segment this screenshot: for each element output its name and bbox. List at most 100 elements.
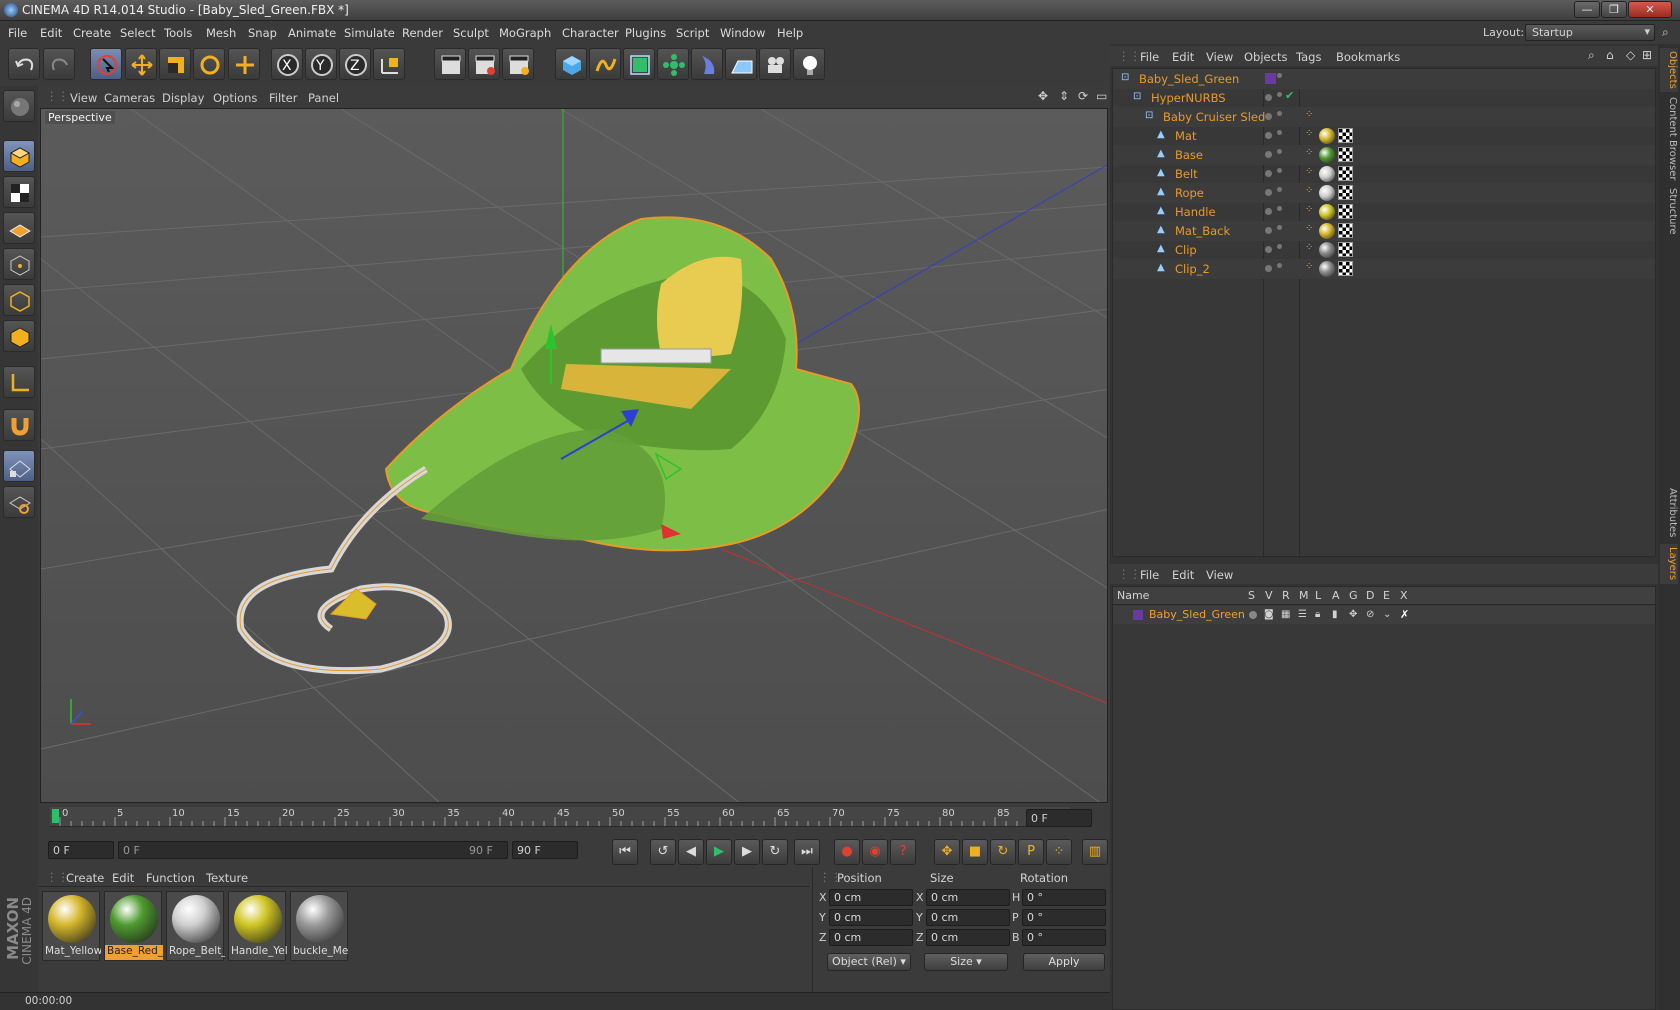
menu-simulate[interactable]: Simulate (344, 26, 395, 40)
axis-mode-button[interactable] (3, 366, 35, 398)
render-dot[interactable] (1277, 187, 1282, 192)
menu-help[interactable]: Help (777, 26, 803, 40)
pos-z-field[interactable]: 0 cm (829, 929, 913, 946)
next-key-button[interactable]: ↻ (762, 839, 788, 865)
tab-structure[interactable]: Structure (1660, 186, 1678, 236)
menu-sculpt[interactable]: Sculpt (453, 26, 489, 40)
material-tag-icon[interactable] (1319, 223, 1335, 239)
add-light-button[interactable] (793, 48, 825, 80)
x-axis-lock-button[interactable]: X (271, 48, 303, 80)
key-parameter-button[interactable]: P (1018, 839, 1044, 865)
close-button[interactable]: ✕ (1628, 1, 1672, 18)
phong-tag-icon[interactable]: ⁘ (1305, 109, 1313, 120)
menu-create[interactable]: Create (73, 26, 111, 40)
animation-icon[interactable]: ▮ (1332, 609, 1338, 620)
menu-mograph[interactable]: MoGraph (499, 26, 551, 40)
live-select-button[interactable] (90, 48, 122, 80)
object-row[interactable]: ⊡ HyperNURBS ✔ (1113, 88, 1655, 108)
add-cube-button[interactable] (555, 48, 587, 80)
points-mode-button[interactable] (3, 248, 35, 280)
render-dot[interactable] (1277, 130, 1282, 135)
workplane-lock-button[interactable] (3, 450, 35, 482)
obj-menu-tags[interactable]: Tags (1296, 50, 1321, 64)
viewport-menu-panel[interactable]: Panel (308, 91, 339, 105)
min-frame-field[interactable]: 0 F (48, 841, 114, 859)
timeline-ruler[interactable]: 051015202530354045505560657075808590 0 F (38, 803, 1110, 839)
z-axis-lock-button[interactable]: Z (339, 48, 371, 80)
phong-tag-icon[interactable]: ⁘ (1305, 166, 1313, 177)
viewport-menu-view[interactable]: View (70, 91, 97, 105)
render-dot[interactable] (1277, 73, 1282, 78)
material-menu-function[interactable]: Function (146, 871, 195, 885)
timeline-window-button[interactable]: ▥ (1082, 839, 1108, 865)
next-frame-button[interactable]: ▶ (734, 839, 760, 865)
menu-plugins[interactable]: Plugins (625, 26, 666, 40)
material-tag-icon[interactable] (1319, 128, 1335, 144)
render-dot[interactable] (1277, 92, 1282, 97)
viewport-menu-display[interactable]: Display (162, 91, 204, 105)
expressions-icon[interactable]: ⌄ (1383, 609, 1391, 620)
render-dot[interactable] (1277, 263, 1282, 268)
menu-select[interactable]: Select (120, 26, 155, 40)
uvw-tag-icon[interactable] (1338, 147, 1353, 162)
object-name[interactable]: Base (1175, 148, 1203, 162)
object-row[interactable]: ▲ Belt ⁘ (1113, 164, 1655, 184)
phong-tag-icon[interactable]: ⁘ (1305, 204, 1313, 215)
object-row[interactable]: ▲ Base ⁘ (1113, 145, 1655, 165)
previous-key-button[interactable]: ↺ (650, 839, 676, 865)
phong-tag-icon[interactable]: ⁘ (1305, 242, 1313, 253)
planar-workplane-button[interactable] (3, 486, 35, 518)
key-position-button[interactable]: ✥ (934, 839, 960, 865)
tab-objects[interactable]: Objects (1660, 48, 1678, 92)
xref-icon[interactable]: ✗ (1400, 608, 1409, 621)
key-pla-button[interactable]: ⁘ (1046, 839, 1072, 865)
render-dot[interactable] (1277, 206, 1282, 211)
menu-render[interactable]: Render (402, 26, 443, 40)
viewport-rotate-icon[interactable]: ⟳ (1078, 89, 1088, 103)
object-name[interactable]: Mat (1175, 129, 1196, 143)
object-row[interactable]: ⊡ Baby_Sled_Green (1113, 69, 1655, 89)
object-name[interactable]: Baby Cruiser Sled (1163, 110, 1265, 124)
viewport-toggle-icon[interactable]: ▭ (1096, 89, 1107, 103)
visibility-dot[interactable] (1265, 208, 1272, 215)
visibility-dot[interactable] (1265, 151, 1272, 158)
render-icon[interactable]: ▦ (1281, 609, 1290, 620)
apply-button[interactable]: Apply (1023, 953, 1105, 971)
handle-model[interactable] (329, 588, 377, 620)
layer-color-swatch[interactable] (1265, 73, 1276, 84)
menu-file[interactable]: File (8, 26, 27, 40)
uvw-tag-icon[interactable] (1338, 185, 1353, 200)
polygons-mode-button[interactable] (3, 320, 35, 352)
menu-tools[interactable]: Tools (164, 26, 192, 40)
material-tag-icon[interactable] (1319, 242, 1335, 258)
material-menu-texture[interactable]: Texture (206, 871, 248, 885)
add-array-button[interactable] (657, 48, 689, 80)
obj-menu-bookmarks[interactable]: Bookmarks (1336, 50, 1400, 64)
go-to-end-button[interactable]: ⏭ (794, 839, 820, 865)
visibility-dot[interactable] (1265, 170, 1272, 177)
play-button[interactable]: ▶ (706, 839, 732, 865)
visibility-dot[interactable] (1265, 189, 1272, 196)
edges-mode-button[interactable] (3, 284, 35, 316)
viewport-move-icon[interactable]: ✥ (1038, 89, 1048, 103)
manager-icon[interactable]: ☰ (1298, 609, 1307, 620)
new-view-icon[interactable]: ⊞ (1642, 48, 1652, 62)
object-row[interactable]: ▲ Mat ⁘ (1113, 126, 1655, 146)
object-name[interactable]: Clip (1175, 243, 1197, 257)
add-nurbs-button[interactable] (623, 48, 655, 80)
undo-button[interactable] (8, 48, 40, 80)
menu-character[interactable]: Character (562, 26, 619, 40)
material-swatch[interactable]: Base_Red_( (104, 891, 163, 961)
obj-menu-objects[interactable]: Objects (1244, 50, 1287, 64)
range-slider[interactable]: 0 F 90 F (118, 841, 508, 859)
phong-tag-icon[interactable]: ⁘ (1305, 185, 1313, 196)
size-y-field[interactable]: 0 cm (926, 909, 1010, 926)
object-row[interactable]: ▲ Rope ⁘ (1113, 183, 1655, 203)
current-frame-field[interactable]: 0 F (1026, 809, 1092, 827)
uvw-tag-icon[interactable] (1338, 166, 1353, 181)
workplane-mode-button[interactable] (3, 212, 35, 244)
solo-icon[interactable] (1249, 611, 1257, 619)
max-frame-field[interactable]: 90 F (512, 841, 578, 859)
sled-model[interactable] (384, 216, 860, 552)
layer-menu-view[interactable]: View (1206, 568, 1233, 582)
